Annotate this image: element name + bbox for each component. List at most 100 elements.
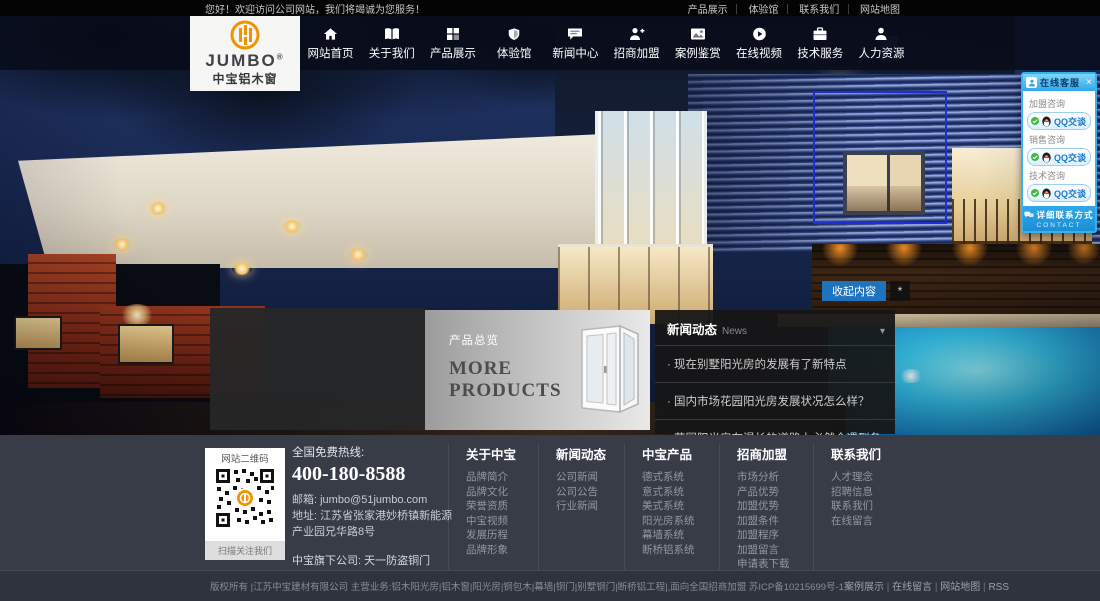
nav-item-about[interactable]: 关于我们	[363, 16, 420, 70]
qq-penguin-icon	[1041, 152, 1052, 163]
footer-link[interactable]: 加盟留言	[737, 543, 813, 558]
qq-group-label: 销售咨询	[1029, 133, 1091, 146]
qq-chat-label: QQ交谈	[1054, 151, 1086, 164]
contact-detail-label: 详细联系方式	[1036, 209, 1093, 221]
footer-link[interactable]: 加盟程序	[737, 528, 813, 543]
footer-link[interactable]: 市场分析	[737, 470, 813, 485]
logo[interactable]: JUMBO® 中宝铝木窗	[190, 16, 300, 91]
footer-link[interactable]: 中宝视频	[466, 514, 538, 529]
news-item-text: 国内市场花园阳光房发展状况怎么样？	[667, 396, 870, 408]
hero-overlays: 收起内容 * 产品总览 MORE PRODUCTS	[0, 16, 1100, 435]
footer-link[interactable]: 美式系统	[642, 499, 719, 514]
footer-link[interactable]: 申请表下载	[737, 557, 813, 570]
nav-item-news[interactable]: 新闻中心	[547, 16, 604, 70]
news-item[interactable]: 国内市场花园阳光房发展状况怎么样？	[655, 382, 895, 419]
qq-chat-button[interactable]: QQ交谈	[1027, 148, 1091, 166]
qr-title: 网站二维码	[221, 448, 269, 467]
hotline-number: 400-180-8588	[292, 463, 460, 486]
qq-chat-button[interactable]: QQ交谈	[1027, 184, 1091, 202]
product-overview-banner[interactable]: 产品总览 MORE PRODUCTS	[425, 310, 650, 430]
nav-item-cases[interactable]: 案例鉴赏	[669, 16, 726, 70]
footer-link[interactable]: 意式系统	[642, 485, 719, 500]
footer-link[interactable]: 荣誉资质	[466, 499, 538, 514]
footer-column-title: 联系我们	[831, 444, 910, 463]
qq-group-label: 加盟咨询	[1029, 97, 1091, 110]
copyright-text: 版权所有 |江苏中宝建材有限公司 主营业务:铝木阳光房|铝木窗|阳光房|铜包木|…	[210, 579, 844, 593]
online-service-panel: 在线客服 × 加盟咨询 QQ交谈 销售咨询 QQ交谈 技术咨询 QQ交谈 详细联…	[1021, 72, 1097, 233]
footer-link[interactable]: 行业新闻	[556, 499, 624, 514]
footer-column-title: 新闻动态	[556, 444, 624, 463]
footer-link[interactable]: 公司公告	[556, 485, 624, 500]
nav-item-home[interactable]: 网站首页	[302, 16, 359, 70]
qr-card: 网站二维码	[205, 448, 285, 560]
news-item[interactable]: 花园阳光房在漫长的道路上必然会遇到各种挑战	[655, 419, 895, 435]
footer-column-title: 招商加盟	[737, 444, 813, 463]
footer-column-title: 中宝产品	[642, 444, 719, 463]
footer-link[interactable]: 招聘信息	[831, 485, 910, 500]
collapse-aux-button[interactable]: *	[890, 281, 910, 301]
news-subtitle: News	[722, 326, 880, 337]
topbar-link-products[interactable]: 产品展示	[688, 5, 742, 16]
hotline-label: 全国免费热线:	[292, 444, 460, 460]
qq-chat-label: QQ交谈	[1054, 187, 1086, 200]
footer-column-title: 关于中宝	[466, 444, 538, 463]
bottom-link-message[interactable]: 在线留言	[892, 582, 940, 593]
bottom-link-sitemap[interactable]: 网站地图	[940, 582, 988, 593]
footer-link[interactable]: 联系我们	[831, 499, 910, 514]
nav-item-label: 网站首页	[308, 45, 354, 61]
bottom-link-rss[interactable]: RSS	[988, 582, 1009, 593]
footer-link[interactable]: 公司新闻	[556, 470, 624, 485]
footer-link[interactable]: 发展历程	[466, 528, 538, 543]
nav-item-products[interactable]: 产品展示	[424, 16, 481, 70]
footer-column-contact: 联系我们 人才理念 招聘信息 联系我们 在线留言	[813, 444, 910, 570]
chevron-down-icon[interactable]: ▾	[880, 326, 885, 337]
main-navbar: JUMBO® 中宝铝木窗 网站首页 关于我们 产品展示 体验馆	[0, 16, 1100, 70]
footer-link[interactable]: 品牌文化	[466, 485, 538, 500]
nav-item-tech[interactable]: 技术服务	[792, 16, 849, 70]
qq-chat-button[interactable]: QQ交谈	[1027, 112, 1091, 130]
bottom-bar: 版权所有 |江苏中宝建材有限公司 主营业务:铝木阳光房|铝木窗|阳光房|铜包木|…	[0, 570, 1100, 601]
topbar-link-sitemap[interactable]: 网站地图	[860, 5, 900, 16]
qr-code-image	[214, 467, 276, 529]
nav-item-join[interactable]: 招商加盟	[608, 16, 665, 70]
close-icon[interactable]: ×	[1086, 78, 1092, 88]
footer-link[interactable]: 人才理念	[831, 470, 910, 485]
qq-penguin-icon	[1041, 188, 1052, 199]
footer-contact: 全国免费热线: 400-180-8588 邮箱: jumbo@51jumbo.c…	[292, 444, 460, 568]
news-panel: 新闻动态 News ▾ 现在别墅阳光房的发展有了新特点 国内市场花园阳光房发展状…	[655, 310, 895, 434]
nav-item-label: 关于我们	[369, 45, 415, 61]
nav-item-label: 体验馆	[497, 45, 532, 61]
footer-link[interactable]: 断桥铝系统	[642, 543, 719, 558]
logo-subtitle: 中宝铝木窗	[212, 70, 277, 87]
footer-link[interactable]: 产品优势	[737, 485, 813, 500]
news-item-text: 花园阳光房在漫长的道路上必然会遇到各种挑战	[667, 433, 881, 435]
product-banner-dark[interactable]	[210, 308, 425, 430]
online-service-body: 加盟咨询 QQ交谈 销售咨询 QQ交谈 技术咨询 QQ交谈	[1023, 91, 1095, 206]
topbar-link-contact[interactable]: 联系我们	[799, 5, 853, 16]
footer-link[interactable]: 加盟条件	[737, 514, 813, 529]
footer-link[interactable]: 品牌形象	[466, 543, 538, 558]
welcome-message: 您好！欢迎访问公司网站，我们将竭诚为您服务！	[205, 1, 425, 16]
news-title: 新闻动态	[667, 319, 717, 338]
footer-column-about: 关于中宝 品牌简介 品牌文化 荣誉资质 中宝视频 发展历程 品牌形象	[448, 444, 538, 570]
address-line: 地址: 江苏省张家港妙桥镇新能源产业园兄华路8号	[292, 508, 460, 540]
footer-link[interactable]: 在线留言	[831, 514, 910, 529]
footer-link[interactable]: 德式系统	[642, 470, 719, 485]
bottom-link-cases[interactable]: 案例展示	[844, 582, 892, 593]
nav-item-hr[interactable]: 人力资源	[853, 16, 910, 70]
play-icon	[752, 26, 767, 41]
nav-item-label: 新闻中心	[552, 45, 598, 61]
news-panel-header: 新闻动态 News ▾	[655, 310, 895, 345]
topbar-link-experience[interactable]: 体验馆	[748, 5, 792, 16]
footer-link[interactable]: 加盟优势	[737, 499, 813, 514]
collapse-content-button[interactable]: 收起内容	[822, 281, 886, 301]
footer-link[interactable]: 品牌简介	[466, 470, 538, 485]
nav-menu: 网站首页 关于我们 产品展示 体验馆 新闻中心	[302, 16, 910, 70]
contact-detail-button[interactable]: 详细联系方式 CONTACT	[1023, 206, 1095, 231]
footer-column-products: 中宝产品 德式系统 意式系统 美式系统 阳光房系统 幕墙系统 断桥铝系统	[624, 444, 719, 570]
footer-link[interactable]: 阳光房系统	[642, 514, 719, 529]
news-item[interactable]: 现在别墅阳光房的发展有了新特点	[655, 345, 895, 382]
nav-item-video[interactable]: 在线视频	[731, 16, 788, 70]
footer-link[interactable]: 幕墙系统	[642, 528, 719, 543]
nav-item-experience[interactable]: 体验馆	[486, 16, 543, 70]
